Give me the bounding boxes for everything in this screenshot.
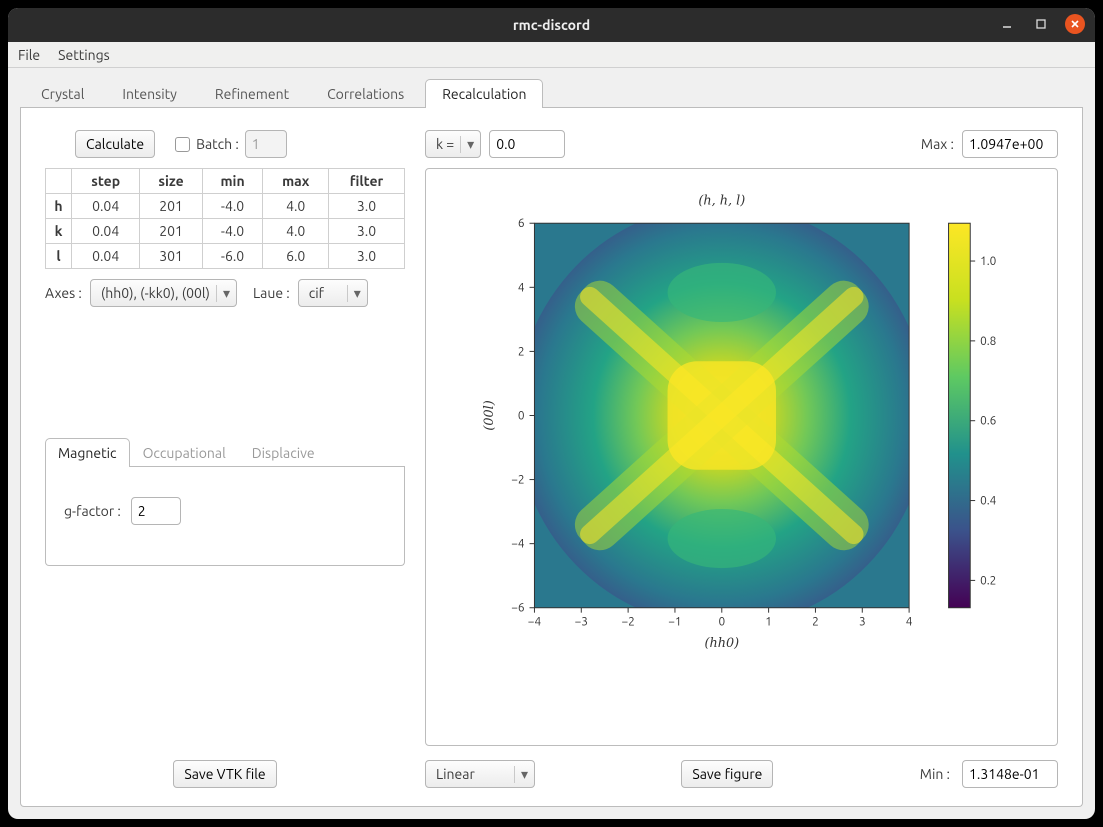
window-title: rmc-discord: [8, 17, 1095, 33]
chevron-down-icon: ▾: [347, 285, 363, 302]
svg-text:1: 1: [765, 615, 772, 628]
svg-text:0.6: 0.6: [980, 415, 996, 428]
tab-recalculation[interactable]: Recalculation: [425, 79, 543, 108]
svg-text:6: 6: [518, 217, 525, 230]
batch-label: Batch :: [196, 136, 239, 152]
tab-refinement[interactable]: Refinement: [198, 79, 306, 108]
close-button[interactable]: [1065, 14, 1085, 34]
axes-select[interactable]: (hh0), (-kk0), (00l) ▾: [90, 279, 237, 307]
svg-text:0.4: 0.4: [980, 494, 997, 507]
table-header-row: step size min max filter: [46, 169, 405, 194]
min-value-input[interactable]: [962, 760, 1058, 788]
svg-text:4: 4: [518, 281, 525, 294]
tab-crystal[interactable]: Crystal: [24, 79, 101, 108]
subtab-displacive[interactable]: Displacive: [239, 438, 328, 467]
svg-text:0: 0: [718, 615, 725, 628]
tab-intensity[interactable]: Intensity: [105, 79, 194, 108]
svg-text:4: 4: [906, 615, 913, 628]
table-row[interactable]: l 0.04 301 -6.0 6.0 3.0: [46, 244, 405, 269]
max-value-input[interactable]: [962, 130, 1058, 158]
svg-text:−4: −4: [528, 615, 542, 628]
gfactor-input[interactable]: [131, 497, 181, 525]
svg-text:−2: −2: [511, 474, 524, 487]
menu-file[interactable]: File: [18, 47, 40, 63]
subtab-occupational[interactable]: Occupational: [130, 438, 239, 467]
menu-settings[interactable]: Settings: [58, 47, 110, 63]
table-row[interactable]: h 0.04 201 -4.0 4.0 3.0: [46, 194, 405, 219]
batch-value-input: [245, 130, 287, 158]
svg-text:(h, h, l): (h, h, l): [698, 193, 745, 208]
table-row[interactable]: k 0.04 201 -4.0 4.0 3.0: [46, 219, 405, 244]
svg-text:0.8: 0.8: [980, 335, 996, 348]
save-vtk-button[interactable]: Save VTK file: [173, 760, 276, 788]
batch-checkbox[interactable]: [175, 137, 190, 152]
chevron-down-icon: ▾: [514, 766, 530, 783]
min-label: Min :: [920, 766, 950, 782]
subtab-magnetic[interactable]: Magnetic: [45, 438, 130, 467]
svg-text:2: 2: [812, 615, 819, 628]
save-figure-button[interactable]: Save figure: [681, 760, 773, 788]
maximize-button[interactable]: [1031, 14, 1051, 34]
chevron-down-icon: ▾: [216, 285, 232, 302]
laue-label: Laue :: [253, 285, 290, 301]
svg-text:(00l): (00l): [482, 400, 497, 430]
svg-text:3: 3: [859, 615, 866, 628]
minimize-button[interactable]: [997, 14, 1017, 34]
calculate-button[interactable]: Calculate: [75, 130, 155, 158]
scale-select[interactable]: Linear ▾: [425, 760, 535, 788]
menu-bar: File Settings: [8, 42, 1095, 68]
axes-label: Axes :: [45, 285, 82, 301]
chevron-down-icon: ▾: [460, 136, 476, 153]
title-bar: rmc-discord: [8, 8, 1095, 42]
svg-text:(hh0): (hh0): [704, 636, 739, 651]
laue-select[interactable]: cif ▾: [298, 279, 368, 307]
gfactor-label: g-factor :: [64, 503, 121, 519]
tab-correlations[interactable]: Correlations: [310, 79, 421, 108]
plot-area: (h, h, l) −4 −3 −2 −1 0 1 2 3 4 −6 −4 −2 0 2 4 6 (hh0) (00…: [425, 168, 1058, 746]
svg-text:1.0: 1.0: [980, 255, 997, 268]
svg-text:2: 2: [518, 345, 525, 358]
max-label: Max :: [921, 136, 954, 152]
params-table: step size min max filter h 0.04 201 -4.0…: [45, 168, 405, 269]
svg-text:−3: −3: [575, 615, 588, 628]
svg-text:−4: −4: [511, 538, 525, 551]
svg-text:−1: −1: [668, 615, 681, 628]
svg-text:−2: −2: [621, 615, 634, 628]
main-tabs: Crystal Intensity Refinement Correlation…: [20, 78, 1083, 108]
k-value-input[interactable]: [489, 130, 565, 158]
svg-text:0: 0: [518, 409, 525, 422]
svg-text:−6: −6: [511, 602, 524, 615]
k-select[interactable]: k = ▾: [425, 130, 481, 158]
svg-text:0.2: 0.2: [980, 574, 996, 587]
